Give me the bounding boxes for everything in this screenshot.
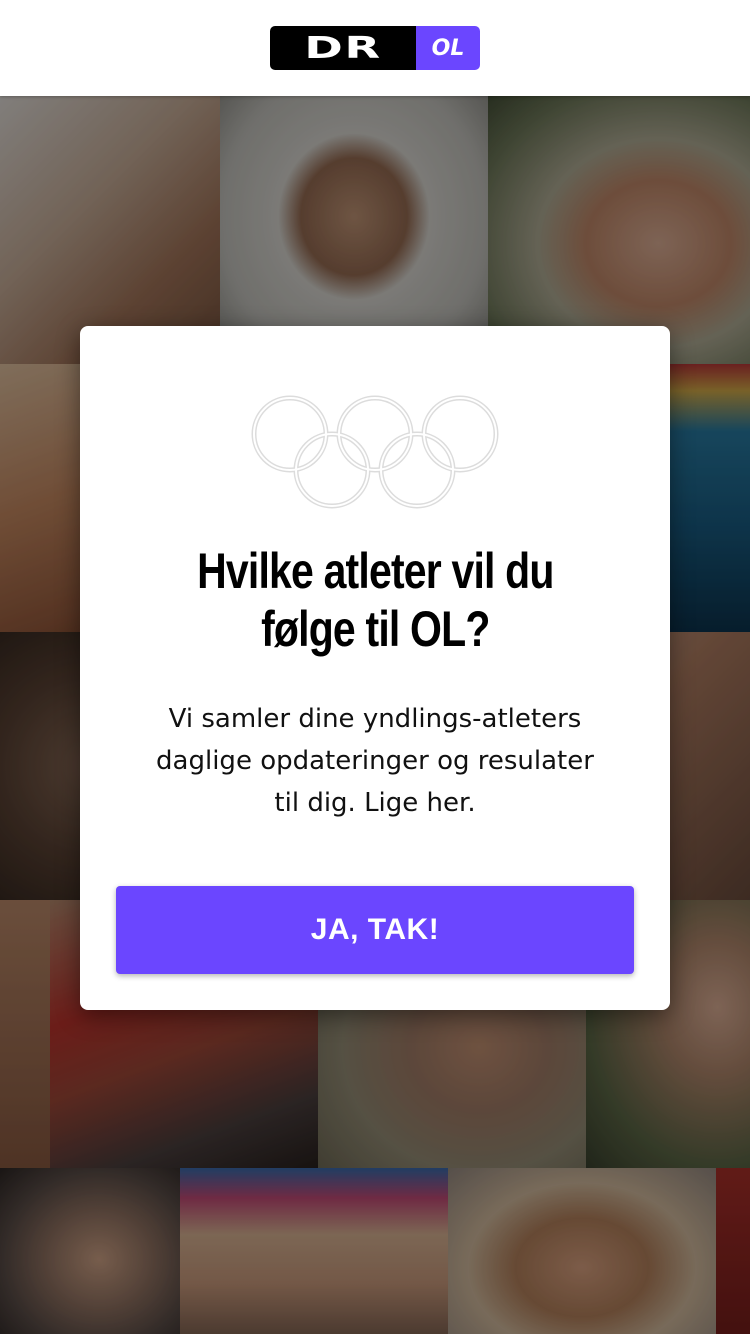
logo-ol-part: OL <box>416 26 480 70</box>
logo-dr-part: DR <box>270 26 416 70</box>
onboarding-dialog: Hvilke atleter vil du følge til OL? Vi s… <box>80 326 670 1010</box>
olympic-rings-icon <box>251 395 499 509</box>
dialog-title: Hvilke atleter vil du følge til OL? <box>196 543 554 657</box>
dr-ol-logo: DR OL <box>270 26 480 70</box>
accept-button[interactable]: JA, TAK! <box>116 886 634 974</box>
app-header: DR OL <box>0 0 750 96</box>
dialog-body: Vi samler dine yndlings-atleters daglige… <box>156 704 594 818</box>
